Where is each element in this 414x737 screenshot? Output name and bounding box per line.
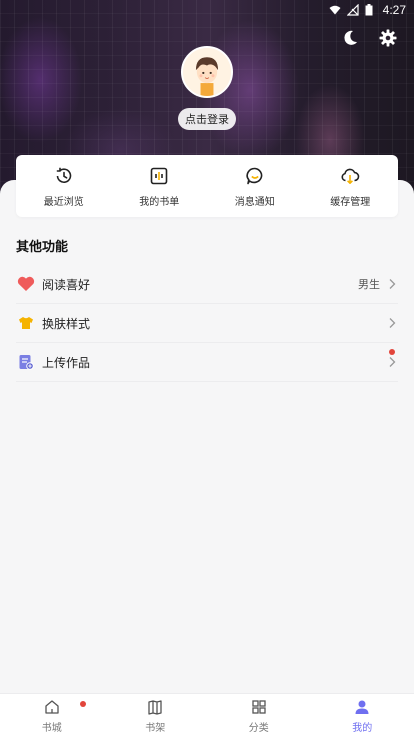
quick-action-history[interactable]: 最近浏览	[24, 165, 104, 208]
menu-item-upload-work[interactable]: 上传作品	[16, 343, 398, 382]
booklist-icon	[148, 165, 170, 187]
avatar[interactable]	[181, 46, 233, 98]
quick-action-messages[interactable]: 消息通知	[215, 165, 295, 208]
shirt-icon	[16, 313, 36, 333]
chevron-right-icon	[388, 356, 398, 368]
battery-icon	[365, 4, 377, 16]
quick-action-cache[interactable]: 缓存管理	[310, 165, 390, 208]
notification-dot	[389, 349, 395, 355]
nav-item-category[interactable]: 分类	[207, 694, 311, 737]
menu-item-reading-preference[interactable]: 阅读喜好 男生	[16, 265, 398, 304]
quick-action-label: 消息通知	[234, 196, 275, 208]
quick-action-label: 我的书单	[139, 196, 180, 208]
no-signal-icon	[346, 4, 359, 16]
message-icon	[244, 165, 266, 187]
nav-item-mine[interactable]: 我的	[311, 694, 414, 737]
quick-action-booklist[interactable]: 我的书单	[119, 165, 199, 208]
category-icon	[250, 698, 268, 716]
cloud-cache-icon	[339, 165, 361, 187]
home-icon	[43, 698, 61, 716]
avatar-image	[181, 46, 233, 98]
menu-item-label: 上传作品	[42, 355, 91, 370]
top-actions	[340, 28, 398, 48]
nav-label: 书架	[145, 722, 166, 734]
bottom-navigation: 书城 书架 分类 我的	[0, 693, 414, 737]
nav-label: 书城	[41, 722, 62, 734]
quick-actions-card: 最近浏览 我的书单 消息通知 缓存管理	[16, 155, 398, 217]
section-title: 其他功能	[16, 240, 69, 255]
menu-item-label: 换肤样式	[42, 316, 91, 331]
other-functions-list: 阅读喜好 男生 换肤样式 上传作品	[16, 265, 398, 382]
heart-icon	[16, 274, 36, 294]
quick-action-label: 最近浏览	[43, 196, 84, 208]
upload-doc-icon	[16, 352, 36, 372]
status-bar: 4:27	[0, 0, 414, 20]
menu-item-label: 阅读喜好	[42, 277, 91, 292]
profile-icon	[353, 698, 371, 716]
nav-item-bookstore[interactable]: 书城	[0, 694, 104, 737]
menu-item-skin-style[interactable]: 换肤样式	[16, 304, 398, 343]
status-time: 4:27	[382, 3, 406, 17]
content-sheet	[0, 180, 414, 693]
settings-gear-icon[interactable]	[378, 28, 398, 48]
login-button[interactable]: 点击登录	[178, 108, 236, 130]
notification-dot	[80, 701, 86, 707]
history-icon	[53, 165, 75, 187]
chevron-right-icon	[388, 278, 398, 290]
menu-item-value: 男生	[358, 278, 380, 291]
wifi-icon	[329, 4, 341, 16]
quick-action-label: 缓存管理	[330, 196, 371, 208]
nav-item-bookshelf[interactable]: 书架	[104, 694, 208, 737]
bookshelf-icon	[146, 698, 164, 716]
nav-label: 我的	[352, 722, 373, 734]
chevron-right-icon	[388, 317, 398, 329]
nav-label: 分类	[248, 722, 269, 734]
night-mode-icon[interactable]	[340, 28, 360, 48]
